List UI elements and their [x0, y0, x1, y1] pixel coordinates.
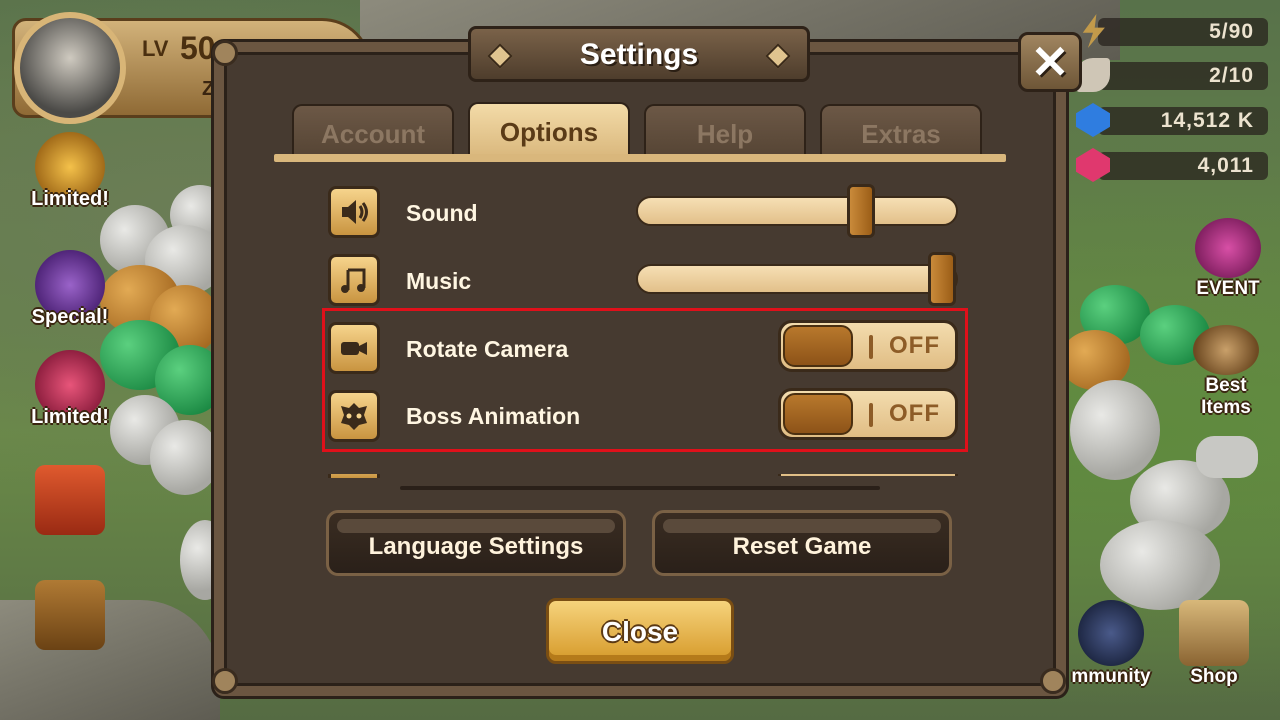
highlight-box [322, 308, 968, 452]
close-button-label: Close [601, 616, 679, 647]
wizard-icon [1078, 600, 1144, 666]
tab-account[interactable]: Account [292, 104, 454, 158]
reset-game-button[interactable]: Reset Game [652, 510, 952, 576]
level-label: LV [142, 36, 169, 61]
shop-button[interactable]: Shop [1164, 600, 1264, 688]
player-avatar[interactable] [14, 12, 126, 124]
music-label: Music [406, 268, 472, 294]
list-divider [400, 486, 880, 490]
music-slider[interactable] [636, 252, 958, 306]
guild-banner-icon [35, 465, 105, 535]
community-button[interactable]: mmunity [1066, 600, 1156, 688]
mana-value: 14,512 K [1160, 109, 1254, 132]
shop-icon [1179, 600, 1249, 666]
sound-label: Sound [406, 200, 478, 226]
button-sheen [663, 519, 941, 533]
corner-ornament [212, 40, 238, 66]
close-button[interactable]: Close [546, 598, 734, 664]
energy-counter: 5/90 [1082, 14, 1268, 48]
crystal-pack-button[interactable]: Limited! [20, 350, 120, 429]
limited-label-2: Limited! [31, 406, 109, 428]
title-plate: Settings [468, 26, 810, 82]
shop-label: Shop [1190, 666, 1238, 687]
special-label: Special! [31, 306, 109, 328]
wing-counter: 2/10 [1076, 58, 1268, 92]
tab-extras[interactable]: Extras [820, 104, 982, 158]
corner-ornament [1040, 668, 1066, 694]
close-icon[interactable]: ✕ [1018, 32, 1082, 92]
crystal-value: 4,011 [1197, 154, 1254, 177]
speaker-icon [328, 186, 380, 238]
limited-label: Limited! [31, 188, 109, 210]
tab-underline [274, 154, 1006, 162]
corner-ornament [212, 668, 238, 694]
player-name: Z [202, 78, 215, 100]
gamepad-button[interactable] [1194, 436, 1260, 478]
treasure-chest-icon [35, 580, 105, 650]
language-settings-label: Language Settings [368, 533, 584, 560]
language-settings-button[interactable]: Language Settings [326, 510, 626, 576]
reset-game-label: Reset Game [732, 533, 872, 560]
wing-value: 2/10 [1209, 64, 1254, 87]
sound-slider[interactable] [636, 184, 958, 238]
energy-value: 5/90 [1209, 20, 1254, 43]
tab-help[interactable]: Help [644, 104, 806, 158]
special-scroll-button[interactable]: Special! [20, 250, 120, 329]
dialog-title: Settings [579, 38, 699, 71]
gift-icon [1195, 218, 1261, 278]
guild-button[interactable] [20, 465, 120, 535]
best-items-button[interactable]: Best Items [1178, 325, 1274, 419]
best-items-label: Best Items [1201, 375, 1251, 418]
music-slider-thumb[interactable] [928, 252, 956, 306]
event-button[interactable]: EVENT [1186, 218, 1270, 300]
gamepad-icon [1196, 436, 1258, 478]
list-fade [320, 456, 970, 474]
item-bag-icon [1193, 325, 1259, 375]
community-label: mmunity [1071, 666, 1151, 687]
treasure-chest-button[interactable] [20, 580, 120, 650]
player-level: 50 [180, 30, 216, 66]
sound-slider-thumb[interactable] [847, 184, 875, 238]
tab-options[interactable]: Options [468, 102, 630, 158]
mana-counter: 14,512 K [1076, 103, 1268, 137]
music-note-icon [328, 254, 380, 306]
event-label: EVENT [1196, 278, 1260, 299]
limited-scroll-button[interactable]: Limited! [20, 132, 120, 211]
crystal-counter: 4,011 [1076, 148, 1268, 182]
button-sheen [337, 519, 615, 533]
